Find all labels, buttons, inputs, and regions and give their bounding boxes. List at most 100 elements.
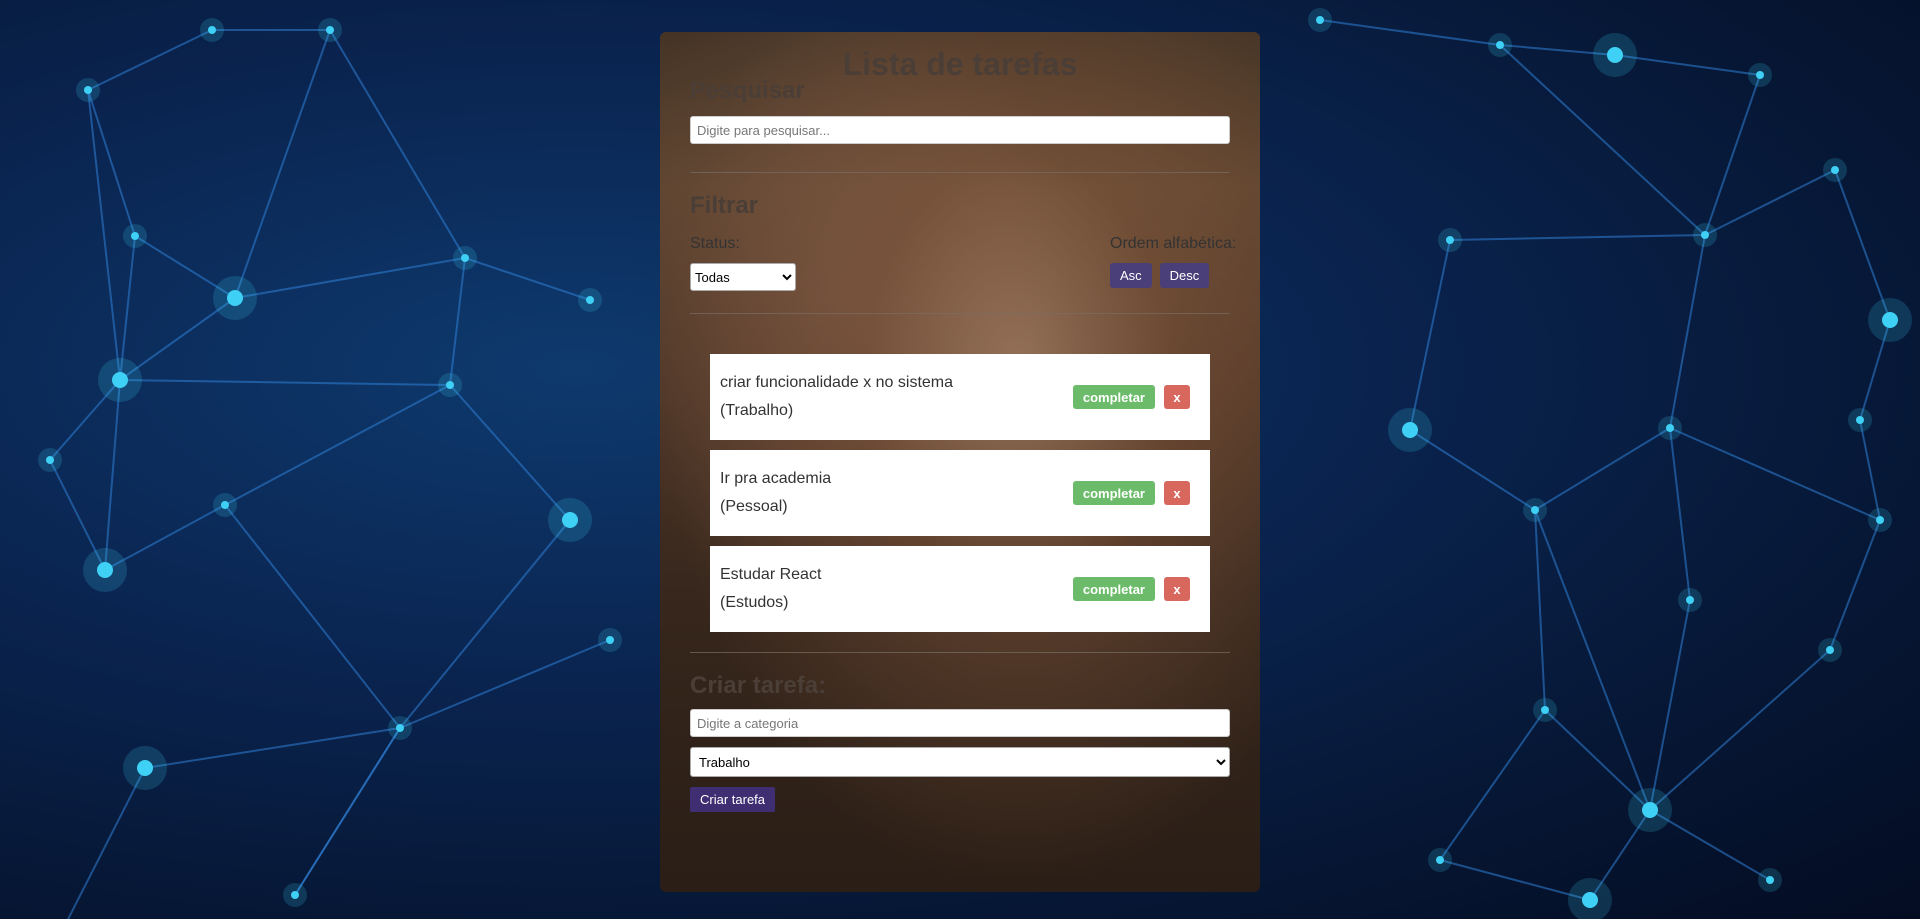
todo-list: criar funcionalidade x no sistema (Traba…: [710, 354, 1210, 632]
search-input[interactable]: [690, 116, 1230, 144]
network-node: [1496, 41, 1504, 49]
filter-section: Filtrar Status: Todas Ordem alfabética: …: [690, 191, 1237, 291]
network-link: [1409, 429, 1536, 511]
network-link: [144, 727, 401, 769]
network-link: [1319, 19, 1501, 46]
todo-actions: completar x: [1072, 385, 1190, 409]
network-link: [1449, 234, 1706, 241]
filter-heading: Filtrar: [690, 192, 759, 219]
todo-title: criar funcionalidade x no sistema: [720, 374, 954, 391]
filter-row: Status: Todas Ordem alfabética: Asc Desc: [690, 235, 1237, 291]
category-text-input[interactable]: [690, 709, 1230, 737]
todo-text: criar funcionalidade x no sistema (Traba…: [720, 369, 953, 425]
remove-button[interactable]: x: [1164, 577, 1190, 601]
todo-category: (Pessoal): [720, 498, 788, 515]
create-heading: Criar tarefa:: [690, 672, 827, 699]
todo-title: Estudar React: [720, 566, 822, 583]
status-filter: Status: Todas: [690, 235, 796, 291]
status-label: Status:: [690, 235, 740, 252]
network-node: [586, 296, 594, 304]
network-node: [1766, 876, 1774, 884]
network-node: [1876, 516, 1884, 524]
network-node: [291, 891, 299, 899]
network-node: [461, 254, 469, 262]
network-node: [84, 86, 92, 94]
network-link: [1649, 649, 1831, 811]
network-link: [1439, 709, 1546, 861]
network-node: [137, 760, 153, 776]
network-link: [1834, 169, 1891, 321]
network-node: [1642, 802, 1658, 818]
todo-category: (Estudos): [720, 594, 789, 611]
network-link: [329, 29, 466, 259]
list-divider: [690, 652, 1230, 653]
network-node: [562, 512, 578, 528]
network-node: [1882, 312, 1898, 328]
network-link: [449, 257, 466, 386]
todo-actions: completar x: [1072, 577, 1190, 601]
network-link: [1534, 509, 1651, 811]
network-node: [1826, 646, 1834, 654]
network-node: [1316, 16, 1324, 24]
network-node: [208, 26, 216, 34]
sort-desc-button[interactable]: Desc: [1159, 263, 1210, 288]
network-node: [1831, 166, 1839, 174]
network-link: [1409, 239, 1451, 431]
network-link: [119, 379, 451, 386]
search-section: Pesquisar: [690, 76, 1230, 144]
complete-button[interactable]: completar: [1072, 577, 1155, 601]
network-link: [294, 727, 401, 896]
network-node: [1856, 416, 1864, 424]
network-link: [1829, 519, 1881, 651]
remove-button[interactable]: x: [1164, 481, 1190, 505]
network-node: [326, 26, 334, 34]
todo-text: Ir pra academia (Pessoal): [720, 465, 831, 521]
network-node: [1446, 236, 1454, 244]
network-link: [1859, 419, 1881, 521]
network-link: [399, 639, 611, 729]
search-divider: [690, 172, 1230, 173]
network-link: [449, 384, 571, 521]
category-select[interactable]: Trabalho: [690, 747, 1230, 777]
network-node: [1756, 71, 1764, 79]
order-buttons: Asc Desc: [1110, 263, 1230, 288]
network-node: [1666, 424, 1674, 432]
network-link: [1669, 427, 1691, 601]
network-link: [87, 29, 213, 91]
network-node: [46, 456, 54, 464]
order-label: Ordem alfabética:: [1110, 235, 1237, 252]
todo-app-panel: Lista de tarefas Pesquisar Filtrar Statu…: [660, 32, 1260, 892]
network-node: [1686, 596, 1694, 604]
network-node: [97, 562, 113, 578]
network-link: [87, 89, 121, 381]
filter-divider: [690, 313, 1230, 314]
todo-item: Estudar React (Estudos) completar x: [710, 546, 1210, 632]
todo-item: criar funcionalidade x no sistema (Traba…: [710, 354, 1210, 440]
network-link: [464, 257, 591, 301]
network-node: [1582, 892, 1598, 908]
network-link: [67, 767, 146, 919]
order-filter: Ordem alfabética: Asc Desc: [1110, 235, 1237, 291]
network-node: [1607, 47, 1623, 63]
network-link: [104, 379, 121, 571]
network-node: [606, 636, 614, 644]
network-node: [1531, 506, 1539, 514]
network-node: [1541, 706, 1549, 714]
network-link: [1499, 44, 1706, 236]
network-link: [1534, 509, 1546, 711]
network-node: [112, 372, 128, 388]
sort-asc-button[interactable]: Asc: [1110, 263, 1152, 288]
network-link: [1669, 427, 1881, 521]
status-select[interactable]: Todas: [690, 263, 796, 291]
complete-button[interactable]: completar: [1072, 481, 1155, 505]
todo-text: Estudar React (Estudos): [720, 561, 821, 617]
create-task-button[interactable]: Criar tarefa: [690, 787, 776, 812]
network-node: [1402, 422, 1418, 438]
network-node: [131, 232, 139, 240]
remove-button[interactable]: x: [1164, 385, 1190, 409]
network-node: [227, 290, 243, 306]
network-link: [399, 519, 571, 729]
complete-button[interactable]: completar: [1072, 385, 1155, 409]
todo-item: Ir pra academia (Pessoal) completar x: [710, 450, 1210, 536]
network-link: [1669, 234, 1706, 429]
